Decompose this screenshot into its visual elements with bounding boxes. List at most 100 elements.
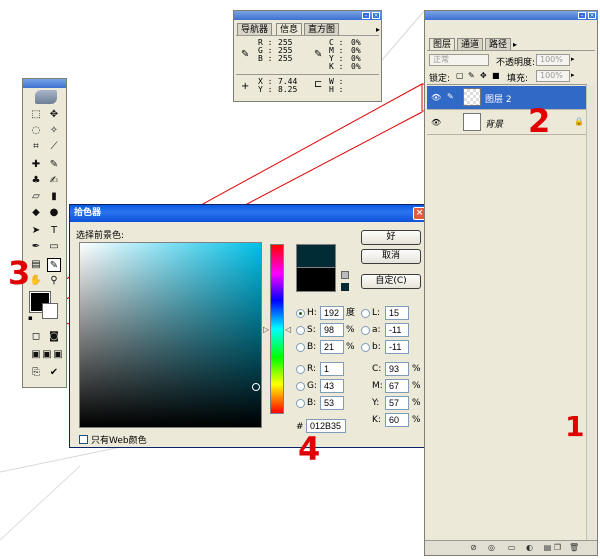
pen-tool-icon[interactable]: ✒ (29, 240, 43, 254)
lock-paint-icon[interactable]: ✎ (468, 71, 475, 80)
field-lab-b[interactable]: -11 (385, 340, 409, 354)
hand-tool-icon[interactable]: ✋ (29, 274, 43, 288)
tab-layers[interactable]: 图层 (429, 38, 456, 50)
radio-lab-b[interactable] (361, 343, 370, 352)
web-safe-cube-icon[interactable] (341, 271, 349, 279)
hue-slider-left-arrow[interactable]: ▷ (263, 325, 269, 334)
standard-mode-icon[interactable]: ◻ (29, 330, 43, 344)
history-brush-icon[interactable]: ✍ (47, 174, 61, 188)
field-h[interactable]: 192 (320, 306, 344, 320)
blend-mode-select[interactable]: 正常 (429, 54, 489, 66)
saturation-brightness-field[interactable] (79, 242, 262, 428)
notes-tool-icon[interactable]: ▤ (29, 258, 43, 272)
jump-to-imageready-icon[interactable]: ⎘ (29, 366, 43, 380)
layers-panel-titlebar[interactable]: – × (425, 11, 597, 20)
field-l[interactable]: 15 (385, 306, 409, 320)
minimize-icon[interactable]: – (362, 12, 370, 19)
clone-stamp-icon[interactable]: ♣ (29, 174, 43, 188)
zoom-tool-icon[interactable]: ⚲ (47, 274, 61, 288)
lock-all-icon[interactable]: ■ (492, 71, 500, 80)
layer-row-background[interactable]: 👁 背景 🔒 (427, 111, 587, 135)
radio-s[interactable] (296, 326, 305, 335)
eye-icon[interactable]: 👁 (431, 93, 441, 102)
current-color-swatch[interactable] (296, 268, 336, 292)
tab-paths[interactable]: 路径 (485, 38, 512, 50)
radio-blue[interactable] (296, 399, 305, 408)
tab-channels[interactable]: 通道 (457, 38, 484, 50)
layers-scrollbar[interactable] (586, 85, 595, 541)
field-blue[interactable]: 53 (320, 396, 344, 410)
adjustment-layer-icon[interactable]: ◐ (525, 543, 534, 552)
tab-info[interactable]: 信息 (276, 23, 303, 35)
field-m[interactable]: 67 (385, 379, 409, 393)
radio-a[interactable] (361, 326, 370, 335)
panel-menu-icon[interactable]: ▸ (376, 25, 380, 34)
field-s[interactable]: 98 (320, 323, 344, 337)
lasso-tool-icon[interactable]: ◌ (29, 124, 43, 138)
background-color-swatch[interactable] (42, 303, 58, 319)
default-colors-icon[interactable]: ▪ (28, 314, 33, 322)
close-icon[interactable]: × (372, 12, 380, 19)
radio-b[interactable] (296, 343, 305, 352)
tab-navigator[interactable]: 导航器 (237, 23, 273, 35)
radio-h[interactable] (296, 309, 305, 318)
field-g[interactable]: 43 (320, 379, 344, 393)
delete-layer-icon[interactable]: 🗑 (569, 543, 579, 552)
field-b[interactable]: 21 (320, 340, 344, 354)
layer-style-icon[interactable]: ◎ (487, 543, 496, 552)
custom-button[interactable]: 自定(C) (361, 274, 421, 289)
link-layers-icon[interactable]: ⊘ (469, 543, 478, 552)
layer-mask-icon[interactable]: ▭ (507, 543, 516, 552)
eye-icon[interactable]: 👁 (431, 118, 441, 127)
lock-move-icon[interactable]: ✥ (480, 71, 487, 80)
blur-tool-icon[interactable]: ◆ (29, 206, 43, 220)
field-c[interactable]: 93 (385, 362, 409, 376)
hue-slider-right-arrow[interactable]: ◁ (285, 325, 291, 334)
eraser-tool-icon[interactable]: ▱ (29, 190, 43, 204)
info-panel-titlebar[interactable]: – × (234, 11, 381, 20)
field-a[interactable]: -11 (385, 323, 409, 337)
fill-field[interactable]: 100% (536, 70, 570, 82)
eyedropper-tool-icon[interactable]: ✎ (47, 258, 61, 272)
close-icon[interactable]: × (588, 12, 596, 19)
quickmask-mode-icon[interactable]: ◙ (47, 330, 61, 344)
magic-wand-icon[interactable]: ✧ (47, 124, 61, 138)
field-y[interactable]: 57 (385, 396, 409, 410)
layer-row-2[interactable]: 👁 ✎ 图层 2 (427, 86, 587, 110)
marquee-tool-icon[interactable]: ⬚ (29, 108, 43, 122)
shape-tool-icon[interactable]: ▭ (47, 240, 61, 254)
screen-mode-full-icon[interactable]: ▣ (51, 348, 65, 362)
move-tool-icon[interactable]: ✥ (47, 108, 61, 122)
tab-histogram[interactable]: 直方图 (304, 23, 340, 35)
brush-link-icon[interactable]: ✎ (447, 92, 454, 101)
new-layer-icon[interactable]: ❐ (553, 543, 562, 552)
brush-tool-icon[interactable]: ✎ (47, 158, 61, 172)
web-safe-swatch[interactable] (341, 283, 349, 291)
radio-l[interactable] (361, 309, 370, 318)
dialog-title[interactable]: 拾色器 (70, 205, 429, 222)
panel-menu-icon[interactable]: ▸ (513, 40, 517, 49)
fill-slider-arrow-icon[interactable]: ▸ (571, 71, 575, 79)
opacity-field[interactable]: 100% (536, 54, 570, 66)
opacity-slider-arrow-icon[interactable]: ▸ (571, 55, 575, 63)
hue-slider[interactable] (270, 244, 284, 414)
healing-brush-icon[interactable]: ✚ (29, 158, 43, 172)
checkmark-icon[interactable]: ✔ (47, 366, 61, 380)
field-k[interactable]: 60 (385, 413, 409, 427)
dodge-tool-icon[interactable]: ● (47, 206, 61, 220)
ok-button[interactable]: 好 (361, 230, 421, 245)
gradient-tool-icon[interactable]: ▮ (47, 190, 61, 204)
radio-g[interactable] (296, 382, 305, 391)
layer-name[interactable]: 背景 (485, 117, 503, 130)
crop-tool-icon[interactable]: ⌗ (29, 140, 43, 154)
slice-tool-icon[interactable]: ⟋ (47, 140, 61, 154)
path-select-icon[interactable]: ➤ (29, 224, 43, 238)
field-cursor[interactable] (252, 383, 260, 391)
web-colors-only-checkbox[interactable] (79, 435, 88, 444)
type-tool-icon[interactable]: T (47, 224, 61, 238)
field-r[interactable]: 1 (320, 362, 344, 376)
minimize-icon[interactable]: – (578, 12, 586, 19)
layer-name[interactable]: 图层 2 (485, 92, 512, 105)
radio-r[interactable] (296, 365, 305, 374)
new-group-icon[interactable]: ▤ (543, 543, 552, 552)
